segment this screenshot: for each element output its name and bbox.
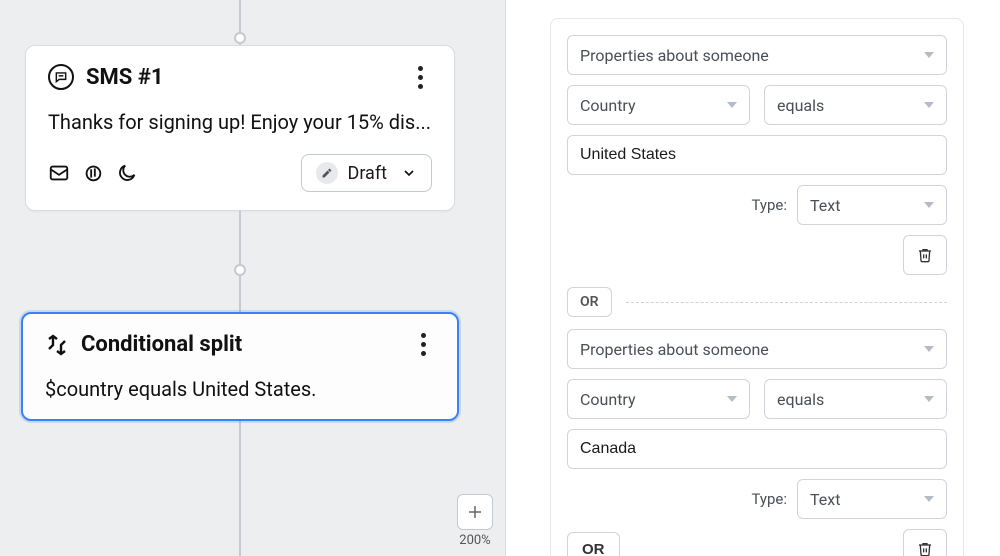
node-menu-button[interactable] (408, 66, 432, 89)
operator-select[interactable]: equals (764, 379, 947, 419)
type-select[interactable]: Text (797, 479, 947, 519)
status-dropdown[interactable]: Draft (301, 154, 433, 192)
node-title: SMS #1 (86, 65, 396, 90)
sms-icon (48, 64, 74, 90)
zoom-percent: 200% (457, 533, 493, 548)
flow-connector-dot (234, 32, 246, 44)
caret-down-icon (924, 202, 934, 208)
or-label: OR (567, 287, 612, 317)
chevron-down-icon (401, 165, 417, 181)
category-select[interactable]: Properties about someone (567, 329, 947, 369)
zoom-in-button[interactable] (457, 494, 493, 530)
caret-down-icon (924, 346, 934, 352)
attachment-icon (82, 162, 104, 184)
type-label: Type: (751, 196, 787, 214)
sms-preview-text: Thanks for signing up! Enjoy your 15% di… (48, 110, 432, 134)
caret-down-icon (924, 102, 934, 108)
quiet-hours-icon (116, 162, 138, 184)
node-title: Conditional split (81, 332, 399, 357)
category-select[interactable]: Properties about someone (567, 35, 947, 75)
caret-down-icon (924, 396, 934, 402)
condition-editor-panel: Properties about someone Country equals … (505, 0, 1000, 556)
delete-condition-button[interactable] (903, 529, 947, 556)
flow-canvas[interactable]: SMS #1 Thanks for signing up! Enjoy your… (0, 0, 505, 556)
property-select[interactable]: Country (567, 85, 750, 125)
node-menu-button[interactable] (411, 333, 435, 356)
caret-down-icon (924, 52, 934, 58)
condition-group: Properties about someone Country equals … (550, 18, 964, 556)
status-label: Draft (348, 163, 388, 184)
open-tracking-icon (48, 162, 70, 184)
value-input[interactable] (567, 135, 947, 175)
property-select[interactable]: Country (567, 379, 750, 419)
or-divider: OR (567, 287, 947, 317)
type-label: Type: (751, 490, 787, 508)
flow-node-conditional-split[interactable]: Conditional split $country equals United… (21, 312, 459, 421)
operator-select[interactable]: equals (764, 85, 947, 125)
add-or-button[interactable]: OR (567, 532, 620, 556)
caret-down-icon (727, 102, 737, 108)
node-badge-icons (48, 162, 138, 184)
value-input[interactable] (567, 429, 947, 469)
caret-down-icon (727, 396, 737, 402)
edit-icon (316, 162, 338, 184)
split-summary: $country equals United States. (45, 377, 435, 401)
caret-down-icon (924, 496, 934, 502)
split-icon (45, 333, 69, 357)
flow-node-sms[interactable]: SMS #1 Thanks for signing up! Enjoy your… (25, 45, 455, 211)
flow-connector-dot (234, 264, 246, 276)
zoom-controls: 200% (457, 494, 493, 548)
type-select[interactable]: Text (797, 185, 947, 225)
delete-condition-button[interactable] (903, 235, 947, 275)
